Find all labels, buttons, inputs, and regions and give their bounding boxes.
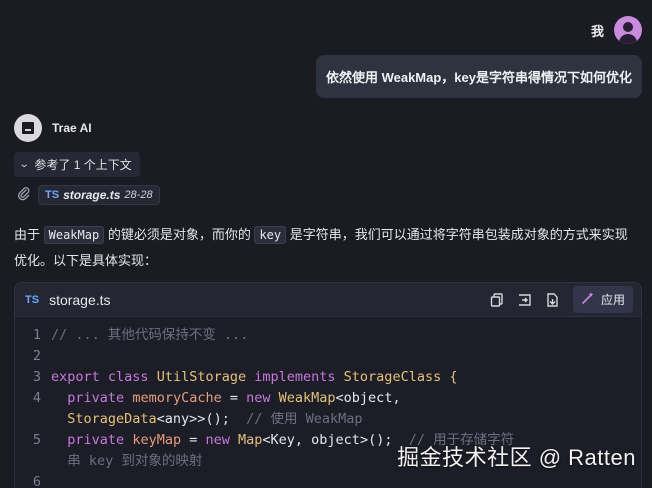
typescript-icon: TS [25, 293, 40, 306]
code-line: 4 private memoryCache = new WeakMap<obje… [32, 390, 401, 406]
assistant-name: Trae AI [52, 121, 92, 135]
context-toggle[interactable]: ⌄ 参考了 1 个上下文 [14, 152, 140, 177]
context-toggle-label: 参考了 1 个上下文 [34, 158, 132, 172]
trae-logo-icon [14, 114, 42, 142]
file-reference-chip[interactable]: TS storage.ts 28-28 [38, 185, 160, 205]
copy-icon[interactable] [489, 292, 505, 308]
inline-code-weakmap: WeakMap [43, 226, 105, 244]
apply-button-label: 应用 [600, 293, 625, 307]
user-name: 我 [590, 23, 604, 39]
paperclip-icon [17, 186, 30, 204]
code-line: 1 // ... 其他代码保持不变 ... [32, 327, 249, 343]
new-file-icon[interactable] [545, 292, 561, 308]
user-avatar-icon [614, 16, 642, 44]
assistant-header: Trae AI [14, 114, 92, 142]
assistant-explanation: 由于 WeakMap 的键必须是对象，而你的 key 是字符串，我们可以通过将字… [14, 226, 628, 268]
user-message: 依然使用 WeakMap，key是字符串得情况下如何优化 [315, 55, 642, 98]
chevron-down-icon: ⌄ [18, 159, 30, 170]
code-line: 6 [32, 474, 41, 488]
code-block-filename: storage.ts [49, 291, 111, 308]
user-header: 我 [591, 16, 642, 44]
code-line: 2 [32, 348, 41, 364]
code-line: 3 export class UtilStorage implements St… [32, 369, 458, 385]
typescript-icon: TS [45, 189, 60, 201]
file-reference-row: TS storage.ts 28-28 [17, 185, 160, 205]
file-reference-range: 28-28 [124, 189, 153, 201]
inline-code-key: key [254, 226, 287, 244]
watermark: 掘金技术社区 @ Ratten [397, 445, 636, 470]
file-reference-name: storage.ts [63, 188, 121, 202]
apply-button[interactable]: 应用 [572, 286, 633, 313]
magic-wand-icon [581, 291, 595, 308]
code-line-continued: StorageData<any>>(); // 使用 WeakMap [67, 411, 363, 427]
insert-at-cursor-icon[interactable] [517, 292, 533, 308]
code-block-header: TS storage.ts 应用 [15, 283, 641, 317]
